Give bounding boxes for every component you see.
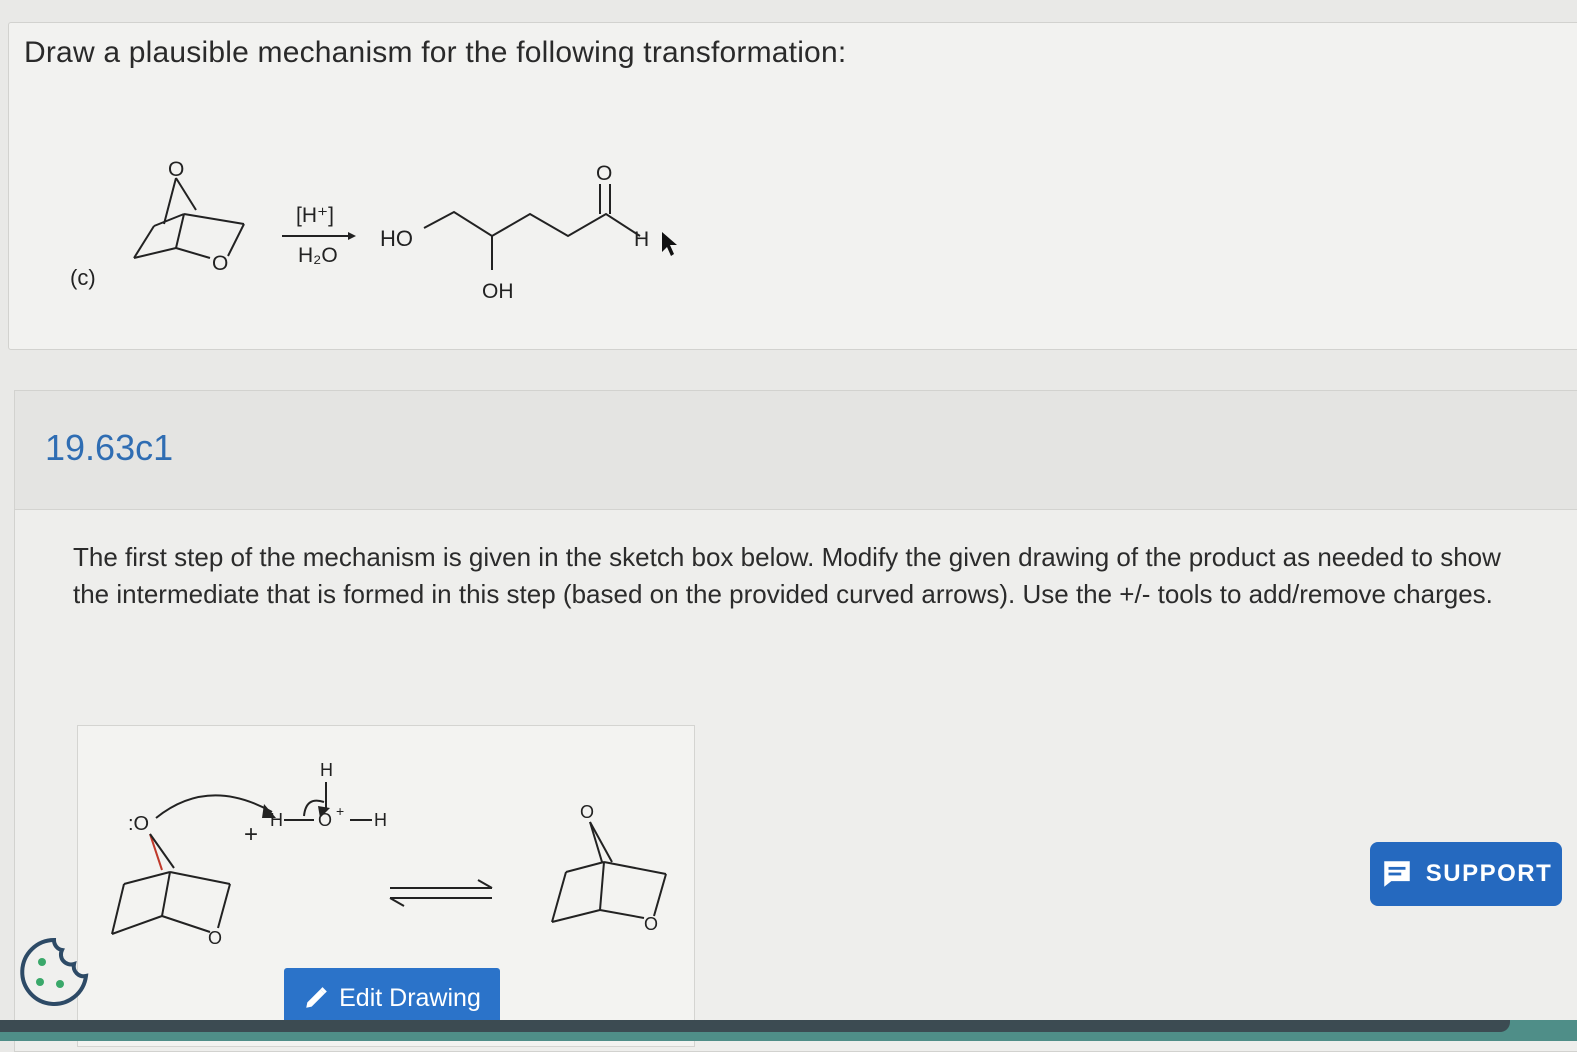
- question-title: Draw a plausible mechanism for the follo…: [24, 36, 847, 69]
- sketch-plus: +: [244, 821, 258, 848]
- sketch-charge: +: [336, 803, 344, 819]
- sketch-reactant: [111, 871, 231, 935]
- reactant-o-ring: O: [212, 252, 228, 275]
- sketch-o-ring-right: O: [644, 914, 658, 934]
- part-label: (c): [70, 265, 96, 290]
- sketch-product: [551, 821, 667, 923]
- reactant-o-top: O: [168, 158, 184, 181]
- product-oh: OH: [482, 280, 514, 303]
- part-id: 19.63c1: [45, 427, 174, 468]
- chat-icon: [1383, 861, 1410, 887]
- product-chain: [423, 184, 641, 270]
- support-button[interactable]: SUPPORT: [1370, 842, 1562, 906]
- reagent-water: H₂O: [298, 244, 338, 267]
- part-card: 19.63c1 The first step of the mechanism …: [14, 390, 1577, 1052]
- bottom-bar: [0, 1020, 1577, 1041]
- part-header: 19.63c1: [15, 391, 1577, 510]
- sketch-o-ring-left: O: [208, 928, 222, 948]
- product-h: H: [634, 228, 649, 251]
- reaction-scheme: (c) O O [H⁺] H₂O HO O H OH: [70, 158, 677, 303]
- sketch-drawing: :O O + H H O + H O O: [111, 760, 667, 948]
- reaction-arrowhead: [348, 232, 356, 240]
- reactant-structure: [133, 177, 245, 259]
- edit-drawing-label: Edit Drawing: [339, 983, 481, 1012]
- support-label: SUPPORT: [1425, 860, 1553, 887]
- sketch-h-top: H: [320, 760, 333, 780]
- sketch-box[interactable]: :O O + H H O + H O O Edit Drawing: [77, 725, 695, 1047]
- sketch-o-lone-pair: :O: [128, 813, 149, 835]
- sketch-h-left: H: [270, 810, 283, 830]
- part-instructions: The first step of the mechanism is given…: [73, 542, 1501, 609]
- sketch-o-top-right: O: [580, 802, 594, 822]
- reagent-acid: [H⁺]: [296, 204, 334, 227]
- sketch-bond-o: [149, 833, 163, 871]
- pencil-icon: [306, 987, 327, 1008]
- edit-drawing-button[interactable]: Edit Drawing: [284, 968, 500, 1028]
- product-ho: HO: [380, 226, 413, 251]
- sketch-h-right: H: [374, 810, 387, 830]
- curved-arrow-1: [155, 794, 273, 819]
- product-o-carbonyl: O: [596, 162, 612, 185]
- cursor-icon: [662, 232, 677, 256]
- cookie-icon[interactable]: [18, 936, 90, 1008]
